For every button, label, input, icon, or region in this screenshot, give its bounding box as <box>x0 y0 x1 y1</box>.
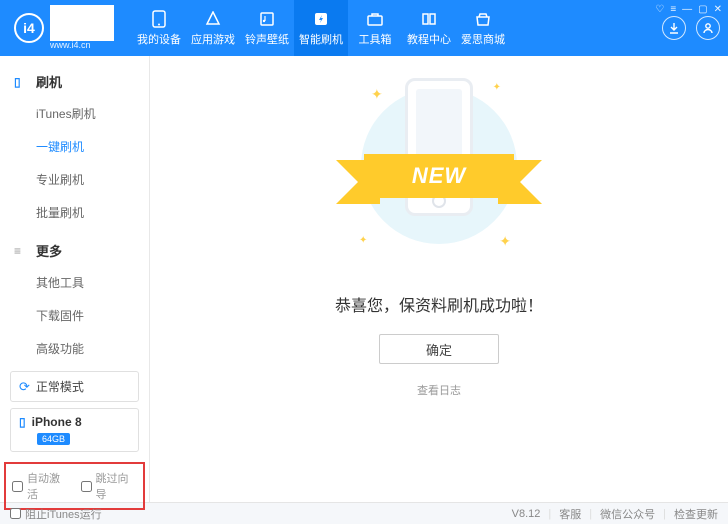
apps-icon <box>204 10 222 28</box>
nav-shop[interactable]: 爱思商城 <box>456 0 510 56</box>
sidebar: ▯ 刷机 iTunes刷机 一键刷机 专业刷机 批量刷机 ≡ 更多 其他工具 下… <box>0 56 150 502</box>
mode-label: 正常模式 <box>36 378 84 395</box>
sidebar-item-download-firmware[interactable]: 下载固件 <box>0 299 149 332</box>
version-label: V8.12 <box>512 508 541 520</box>
sidebar-item-pro-flash[interactable]: 专业刷机 <box>0 163 149 196</box>
minimize-icon[interactable]: — <box>682 4 692 15</box>
music-icon <box>258 10 276 28</box>
app-site: www.i4.cn <box>50 41 114 51</box>
device-name: iPhone 8 <box>32 415 82 429</box>
close-icon[interactable]: ✕ <box>714 4 722 15</box>
checkbox-auto-activate[interactable]: 自动激活 <box>12 470 69 502</box>
nav-tutorial[interactable]: 教程中心 <box>402 0 456 56</box>
mode-selector[interactable]: ⟳ 正常模式 <box>10 371 139 402</box>
nav-apps[interactable]: 应用游戏 <box>186 0 240 56</box>
view-log-link[interactable]: 查看日志 <box>417 382 461 398</box>
device-phone-icon: ▯ <box>19 415 26 429</box>
sidebar-title-more[interactable]: ≡ 更多 <box>0 235 149 266</box>
sidebar-item-oneclick-flash[interactable]: 一键刷机 <box>0 130 149 163</box>
header: i4 爱思助手 www.i4.cn 我的设备 应用游戏 铃声壁纸 智能刷机 工具… <box>0 0 728 56</box>
success-illustration: ✦ ✦ ✦ ✦ NEW <box>329 76 549 276</box>
storage-badge: 64GB <box>37 433 70 445</box>
sidebar-group-more: ≡ 更多 其他工具 下载固件 高级功能 <box>0 235 149 365</box>
user-button[interactable] <box>696 16 720 40</box>
nav-flash[interactable]: 智能刷机 <box>294 0 348 56</box>
nav-toolbox[interactable]: 工具箱 <box>348 0 402 56</box>
wechat-link[interactable]: 微信公众号 <box>600 506 655 522</box>
more-icon: ≡ <box>14 244 28 258</box>
book-icon <box>420 10 438 28</box>
sidebar-title-flash[interactable]: ▯ 刷机 <box>0 66 149 97</box>
options-highlight-box: 自动激活 跳过向导 <box>4 462 145 510</box>
top-nav: 我的设备 应用游戏 铃声壁纸 智能刷机 工具箱 教程中心 爱思商城 <box>132 0 510 56</box>
sidebar-item-other-tools[interactable]: 其他工具 <box>0 266 149 299</box>
check-update-link[interactable]: 检查更新 <box>674 506 718 522</box>
logo-icon: i4 <box>14 13 44 43</box>
sparkle-icon: ✦ <box>499 233 511 250</box>
support-link[interactable]: 客服 <box>559 506 581 522</box>
menu-icon[interactable]: ♡ <box>655 4 664 15</box>
phone-outline-icon: ▯ <box>14 75 28 89</box>
refresh-icon: ⟳ <box>19 379 30 395</box>
shop-icon <box>474 10 492 28</box>
sidebar-group-flash: ▯ 刷机 iTunes刷机 一键刷机 专业刷机 批量刷机 <box>0 66 149 229</box>
sparkle-icon: ✦ <box>371 86 383 103</box>
device-box[interactable]: ▯ iPhone 8 64GB <box>10 408 139 452</box>
phone-icon <box>150 10 168 28</box>
sparkle-icon: ✦ <box>359 235 367 246</box>
new-ribbon: NEW <box>329 146 549 206</box>
logo: i4 爱思助手 www.i4.cn <box>14 5 114 51</box>
settings-icon[interactable]: ≡ <box>670 4 676 15</box>
toolbox-icon <box>366 10 384 28</box>
success-message: 恭喜您，保资料刷机成功啦！ <box>335 292 543 316</box>
sparkle-icon: ✦ <box>493 82 501 93</box>
sidebar-item-batch-flash[interactable]: 批量刷机 <box>0 196 149 229</box>
nav-ringtones[interactable]: 铃声壁纸 <box>240 0 294 56</box>
main-content: ✦ ✦ ✦ ✦ NEW 恭喜您，保资料刷机成功啦！ 确定 查看日志 <box>150 56 728 502</box>
checkbox-skip-guide[interactable]: 跳过向导 <box>81 470 138 502</box>
ok-button[interactable]: 确定 <box>379 334 499 364</box>
download-button[interactable] <box>662 16 686 40</box>
flash-icon <box>312 10 330 28</box>
window-controls: ♡ ≡ — ▢ ✕ <box>655 4 722 15</box>
app-name: 爱思助手 <box>50 5 114 42</box>
nav-my-device[interactable]: 我的设备 <box>132 0 186 56</box>
sidebar-item-advanced[interactable]: 高级功能 <box>0 332 149 365</box>
sidebar-item-itunes-flash[interactable]: iTunes刷机 <box>0 97 149 130</box>
checkbox-block-itunes[interactable]: 阻止iTunes运行 <box>10 506 102 522</box>
maximize-icon[interactable]: ▢ <box>698 4 707 15</box>
